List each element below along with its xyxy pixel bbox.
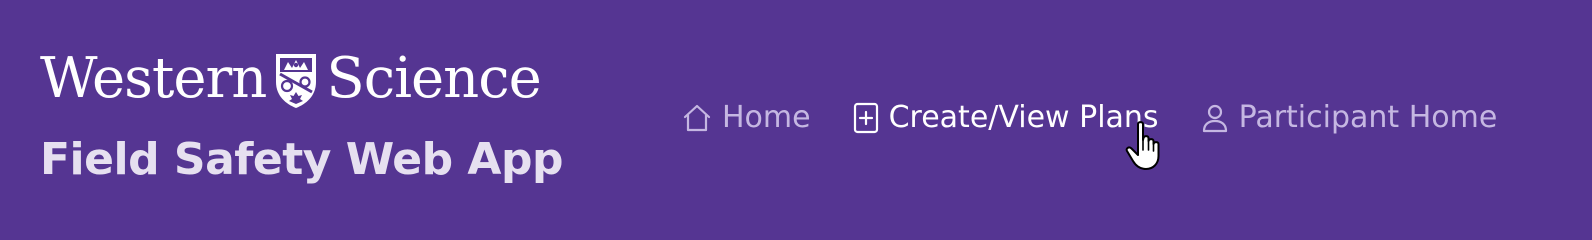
nav-participant-home[interactable]: Participant Home — [1201, 96, 1498, 140]
logo-word-science: Science — [326, 46, 541, 111]
nav-create-view-plans[interactable]: Create/View Plans — [853, 96, 1159, 140]
hand-pointer-icon — [1124, 120, 1164, 172]
top-header: Western Science Field Safety Web App Hom… — [0, 0, 1592, 240]
user-icon — [1201, 103, 1229, 133]
nav-home[interactable]: Home — [682, 96, 811, 140]
nav-create-view-plans-label: Create/View Plans — [888, 100, 1159, 135]
nav-home-label: Home — [722, 100, 811, 135]
main-nav: Home Create/View Plans Participant Home — [682, 96, 1497, 140]
nav-participant-home-label: Participant Home — [1238, 100, 1498, 135]
western-science-logo[interactable]: Western Science — [40, 44, 600, 114]
app-title: Field Safety Web App — [40, 134, 563, 185]
house-icon — [682, 103, 712, 133]
western-university-crest-icon — [274, 52, 318, 110]
brand-block: Western Science Field Safety Web App — [40, 44, 600, 186]
add-document-icon — [853, 102, 879, 134]
logo-word-western: Western — [40, 46, 267, 111]
